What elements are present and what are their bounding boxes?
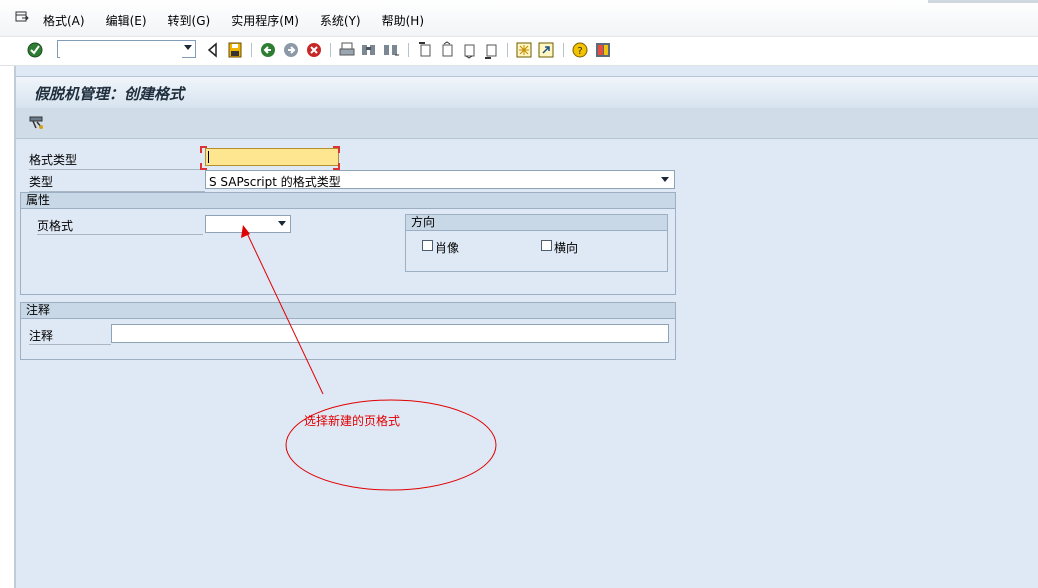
page-format-label: 页格式: [37, 217, 203, 235]
required-marker: [200, 163, 207, 170]
menu-edit[interactable]: 编辑(E): [106, 12, 147, 29]
format-type-label: 格式类型: [29, 151, 205, 170]
menu-system[interactable]: 系统(Y): [320, 12, 361, 29]
comment-label: 注释: [29, 327, 111, 345]
print-icon[interactable]: [338, 41, 356, 59]
find-icon[interactable]: [360, 41, 378, 59]
page-title: 假脱机管理：创建格式: [34, 85, 185, 103]
shortcut-icon[interactable]: [537, 41, 555, 59]
format-type-field[interactable]: [205, 148, 339, 166]
application-toolbar: [16, 108, 1038, 139]
chevron-down-icon[interactable]: [184, 45, 192, 50]
attributes-group-header: 属性: [21, 193, 675, 209]
text-cursor: [208, 151, 209, 163]
chevron-down-icon[interactable]: [278, 221, 286, 226]
next-page-icon[interactable]: [460, 41, 478, 59]
back-icon[interactable]: [259, 41, 277, 59]
svg-text:?: ?: [577, 46, 582, 57]
save-icon[interactable]: [226, 41, 244, 59]
attributes-group: 属性 页格式 方向 肖像 横向: [20, 192, 676, 295]
back-nav-icon[interactable]: [204, 41, 222, 59]
required-marker: [333, 146, 340, 153]
menu-format[interactable]: 格式(A): [43, 12, 85, 29]
main-area: 假脱机管理：创建格式 格式类型 类型 S SAPscript 的格式类型 属性 …: [14, 66, 1038, 588]
help-icon[interactable]: ?: [571, 41, 589, 59]
toolbar-separator: [507, 43, 508, 57]
enter-icon[interactable]: [26, 41, 44, 59]
portrait-label: 肖像: [435, 241, 460, 255]
menu-goto[interactable]: 转到(G): [168, 12, 211, 29]
menu-utilities[interactable]: 实用程序(M): [231, 12, 299, 29]
comment-input[interactable]: [111, 324, 669, 343]
comment-title: 注释: [26, 303, 51, 317]
annotation-text: 选择新建的页格式: [304, 414, 401, 428]
last-page-icon[interactable]: [482, 41, 500, 59]
tools-icon[interactable]: [28, 114, 46, 132]
orientation-title: 方向: [411, 215, 436, 229]
required-marker: [333, 163, 340, 170]
attributes-title: 属性: [26, 193, 51, 207]
toolbar-separator: [251, 43, 252, 57]
portrait-checkbox[interactable]: [422, 240, 433, 251]
toolbar-separator: [408, 43, 409, 57]
find-next-icon[interactable]: [382, 41, 400, 59]
comment-group-header: 注释: [21, 303, 675, 319]
menu-bar: 格式(A) 编辑(E) 转到(G) 实用程序(M) 系统(Y) 帮助(H): [0, 0, 1038, 37]
create-session-icon[interactable]: [515, 41, 533, 59]
chevron-down-icon[interactable]: [661, 177, 669, 182]
menu-help[interactable]: 帮助(H): [382, 12, 424, 29]
landscape-checkbox[interactable]: [541, 240, 552, 251]
menu-items: 格式(A) 编辑(E) 转到(G) 实用程序(M) 系统(Y) 帮助(H): [43, 12, 445, 29]
landscape-label: 横向: [554, 241, 579, 255]
required-marker: [200, 146, 207, 153]
orientation-group-header: 方向: [406, 215, 667, 231]
first-page-icon[interactable]: [416, 41, 434, 59]
previous-page-icon[interactable]: [438, 41, 456, 59]
exit-icon[interactable]: [282, 41, 300, 59]
system-menu-icon[interactable]: [15, 11, 29, 23]
layout-icon[interactable]: [594, 41, 612, 59]
title-bar: 假脱机管理：创建格式: [16, 76, 1038, 109]
type-dropdown[interactable]: S SAPscript 的格式类型: [205, 170, 675, 189]
command-field[interactable]: [57, 40, 196, 58]
toolbar-separator: [563, 43, 564, 57]
orientation-group: 方向 肖像 横向: [405, 214, 668, 272]
toolbar-separator: [330, 43, 331, 57]
window-edge-strip: [928, 0, 1038, 3]
command-input[interactable]: [60, 42, 182, 58]
type-label: 类型: [29, 173, 205, 192]
comment-group: 注释 注释: [20, 302, 676, 360]
page-format-dropdown[interactable]: [205, 215, 291, 233]
cancel-icon[interactable]: [305, 41, 323, 59]
standard-toolbar: ?: [0, 37, 1038, 66]
type-value: S SAPscript 的格式类型: [209, 175, 341, 189]
